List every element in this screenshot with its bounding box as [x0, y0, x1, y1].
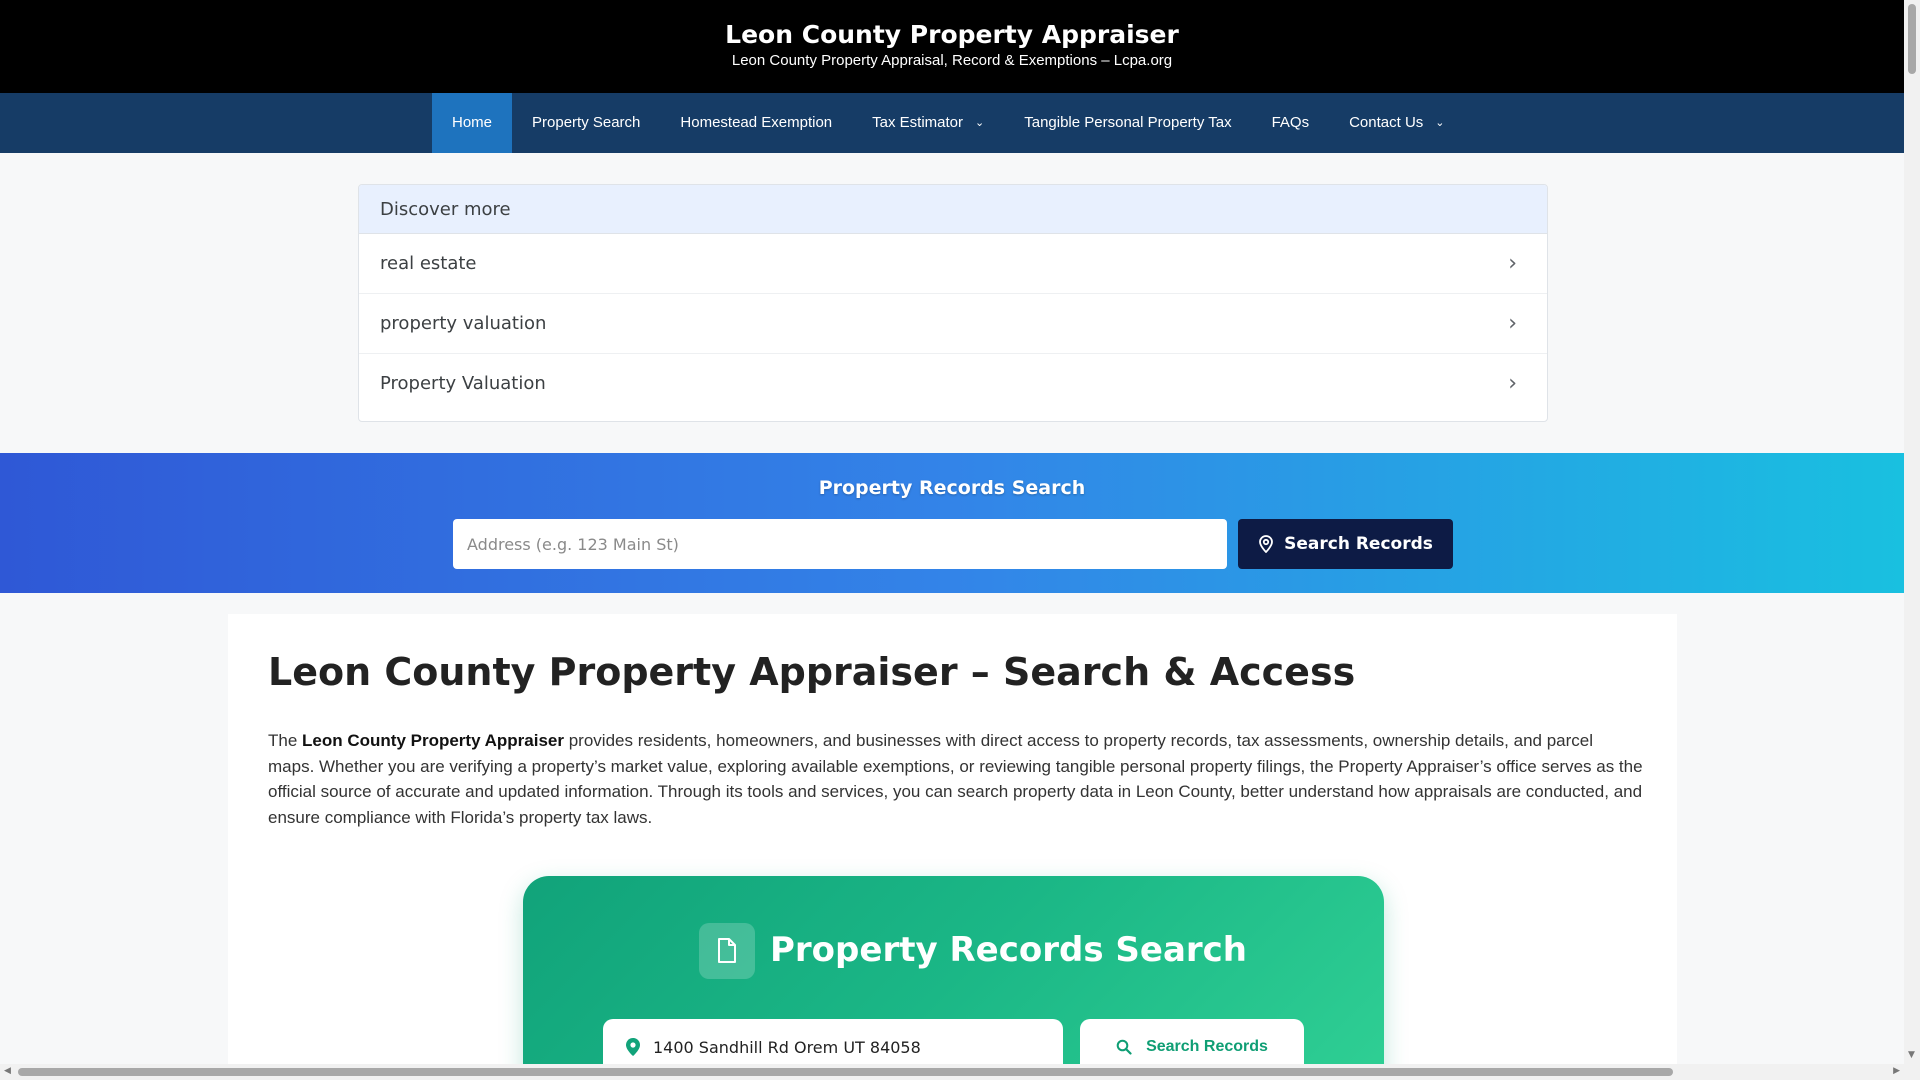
- nav-item-contact-us[interactable]: Contact Us ⌄: [1329, 93, 1464, 153]
- horizontal-scroll-thumb[interactable]: [18, 1068, 1673, 1076]
- discover-item[interactable]: Property Valuation ›: [359, 354, 1547, 414]
- intro-prefix: The: [268, 731, 303, 750]
- nav-label: Tax Estimator: [872, 114, 964, 131]
- chevron-right-icon: ›: [1508, 251, 1517, 276]
- nav-label: Property Search: [532, 114, 641, 131]
- chevron-down-icon: ⌄: [1435, 117, 1445, 129]
- discover-heading: Discover more: [359, 185, 1547, 234]
- nav-item-property-search[interactable]: Property Search: [512, 93, 660, 153]
- search-records-button[interactable]: Search Records: [1238, 519, 1453, 569]
- discover-item[interactable]: real estate ›: [359, 234, 1547, 294]
- intro-paragraph: The Leon County Property Appraiser provi…: [268, 728, 1643, 830]
- banner-title: Property Records Search: [818, 477, 1086, 499]
- site-title[interactable]: Leon County Property Appraiser: [0, 20, 1904, 49]
- nav-label: Contact Us: [1349, 114, 1424, 131]
- search-banner: Property Records Search Search Records: [0, 453, 1904, 593]
- nav-label: Home: [452, 114, 493, 131]
- discover-more-panel: Discover more real estate › property val…: [358, 184, 1548, 422]
- site-tagline: Leon County Property Appraisal, Record &…: [731, 52, 1173, 69]
- nav-item-faqs[interactable]: FAQs: [1252, 93, 1330, 153]
- search-records-label: Search Records: [1284, 534, 1433, 554]
- discover-item-label: real estate: [380, 253, 477, 274]
- location-pin-icon: [626, 1038, 640, 1056]
- site-header: Leon County Property Appraiser Leon Coun…: [0, 0, 1904, 93]
- intro-bold: Leon County Property Appraiser: [302, 731, 564, 750]
- nav-item-tax-estimator[interactable]: Tax Estimator ⌄: [852, 93, 1004, 153]
- document-icon: [699, 923, 755, 979]
- main-nav: Home Property Search Homestead Exemption…: [0, 93, 1904, 153]
- chevron-right-icon: ›: [1508, 371, 1517, 396]
- vertical-scrollbar[interactable]: ▼: [1904, 0, 1920, 1080]
- discover-item[interactable]: property valuation ›: [359, 294, 1547, 354]
- nav-label: Tangible Personal Property Tax: [1024, 114, 1232, 131]
- card-address-value: 1400 Sandhill Rd Orem UT 84058: [653, 1037, 921, 1057]
- nav-item-home[interactable]: Home: [432, 93, 513, 153]
- card-search-label: Search Records: [1146, 1038, 1268, 1055]
- horizontal-scrollbar[interactable]: ◀ ▶: [0, 1064, 1904, 1080]
- scroll-down-arrow-icon[interactable]: ▼: [1908, 1050, 1915, 1060]
- address-search-input[interactable]: [453, 519, 1227, 569]
- scroll-left-arrow-icon[interactable]: ◀: [4, 1066, 11, 1076]
- property-records-card: Property Records Search 1400 Sandhill Rd…: [523, 876, 1384, 1080]
- nav-label: FAQs: [1271, 114, 1310, 131]
- nav-item-tangible-tax[interactable]: Tangible Personal Property Tax: [1004, 93, 1251, 153]
- page-title: Leon County Property Appraiser – Search …: [268, 650, 1356, 694]
- scroll-right-arrow-icon[interactable]: ▶: [1893, 1066, 1900, 1076]
- vertical-scroll-thumb[interactable]: [1908, 4, 1916, 74]
- nav-list: Home Property Search Homestead Exemption…: [432, 93, 1465, 153]
- map-pin-icon: [1259, 535, 1274, 553]
- search-icon: [1116, 1039, 1132, 1055]
- chevron-down-icon: ⌄: [975, 117, 985, 129]
- chevron-right-icon: ›: [1508, 311, 1517, 336]
- discover-item-label: property valuation: [380, 313, 547, 334]
- article: Leon County Property Appraiser – Search …: [228, 614, 1677, 1080]
- nav-label: Homestead Exemption: [680, 114, 833, 131]
- card-title: Property Records Search: [770, 930, 1248, 970]
- discover-item-label: Property Valuation: [380, 373, 546, 394]
- nav-item-homestead-exemption[interactable]: Homestead Exemption: [660, 93, 852, 153]
